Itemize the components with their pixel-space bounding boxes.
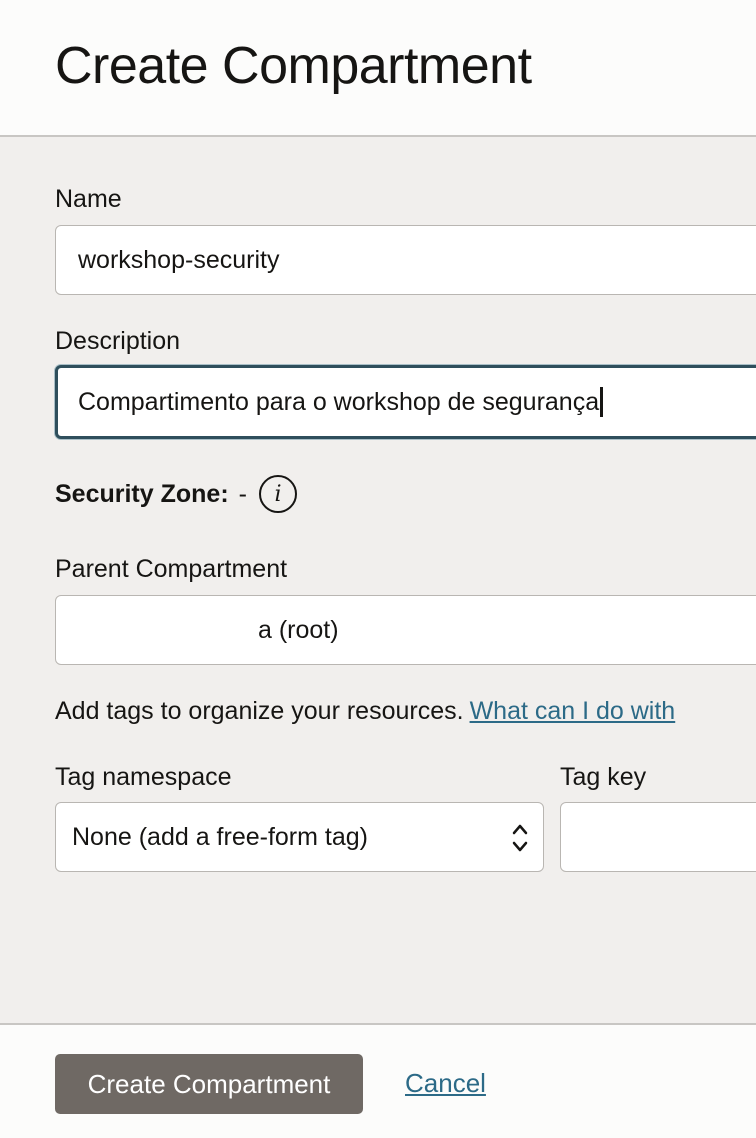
- tags-intro: Add tags to organize your resources.: [55, 697, 464, 725]
- tag-namespace-select[interactable]: None (add a free-form tag): [55, 802, 544, 872]
- create-compartment-panel: Create Compartment Name workshop-securit…: [0, 0, 756, 1138]
- tags-help-text: Add tags to organize your resources. What…: [55, 697, 675, 726]
- security-zone-value: -: [238, 479, 247, 508]
- description-field-value: Compartimento para o workshop de seguran…: [78, 387, 600, 416]
- tag-key-label: Tag key: [560, 763, 647, 791]
- security-zone-label: Security Zone:: [55, 479, 229, 508]
- create-compartment-button[interactable]: Create Compartment: [55, 1054, 363, 1114]
- security-zone-row: Security Zone: - i: [55, 474, 297, 514]
- description-field[interactable]: Compartimento para o workshop de seguran…: [55, 365, 756, 439]
- name-field[interactable]: workshop-security: [55, 225, 756, 295]
- tag-key-input[interactable]: [560, 802, 756, 872]
- name-label: Name: [55, 185, 122, 213]
- parent-compartment-value: a (root): [258, 615, 339, 644]
- parent-compartment-field[interactable]: ​a (root): [55, 595, 756, 665]
- parent-compartment-label: Parent Compartment: [55, 555, 288, 583]
- chevron-up-down-icon: [512, 824, 528, 852]
- info-icon[interactable]: i: [258, 475, 297, 513]
- tag-namespace-label: Tag namespace: [55, 763, 232, 791]
- name-field-value: workshop-security: [78, 245, 280, 274]
- tags-help-link[interactable]: What can I do with: [470, 697, 676, 725]
- cancel-link[interactable]: Cancel: [405, 1068, 486, 1099]
- text-caret: [600, 387, 604, 417]
- description-label: Description: [55, 327, 181, 355]
- panel-header: Create Compartment: [0, 0, 756, 137]
- tag-namespace-value: None (add a free-form tag): [72, 822, 368, 851]
- panel-footer: Create Compartment Cancel: [0, 1023, 756, 1138]
- page-title: Create Compartment: [55, 37, 532, 95]
- redacted-text: ​: [108, 615, 258, 645]
